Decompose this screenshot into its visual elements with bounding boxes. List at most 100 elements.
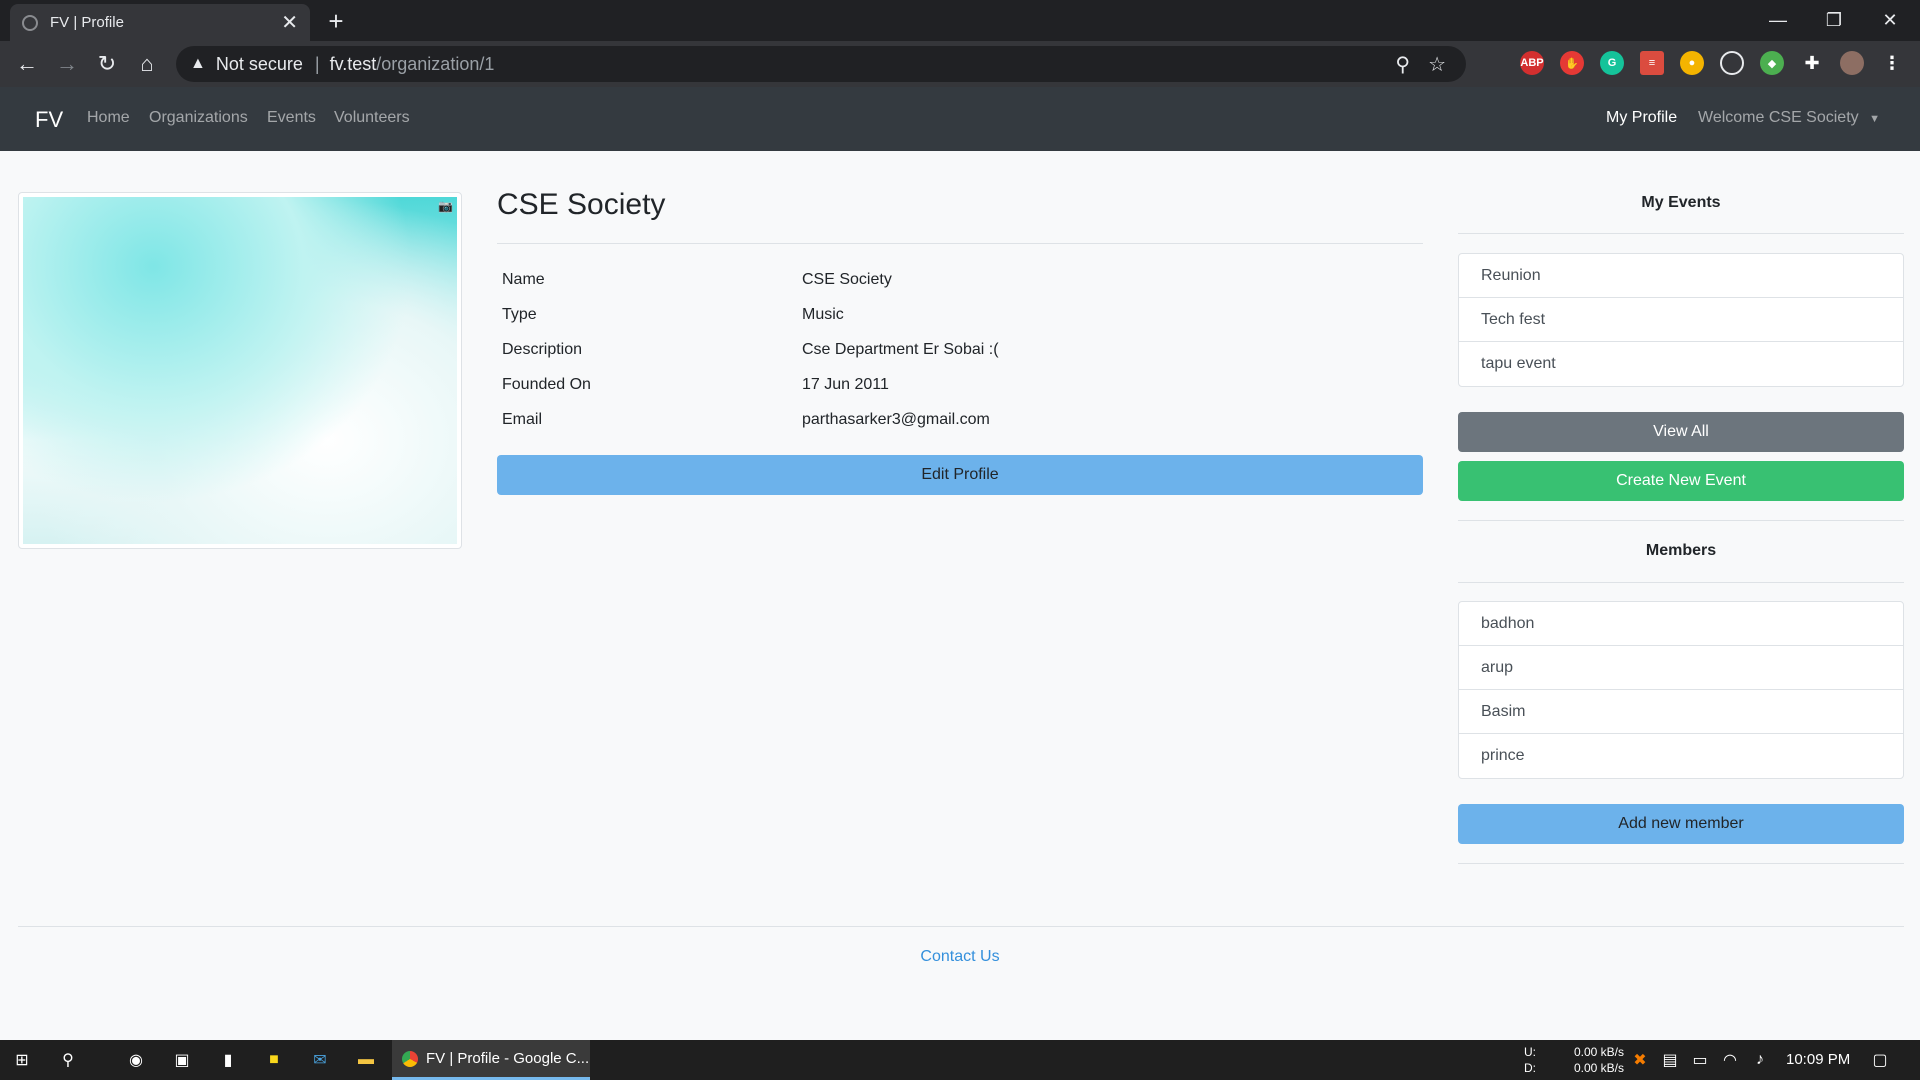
view-all-button[interactable]: View All [1458,412,1904,452]
nav-link-volunteers[interactable]: Volunteers [334,109,410,127]
address-bar[interactable]: ▲ Not secure | fv.test /organization/1 ⚲… [176,46,1466,82]
camera-icon[interactable]: 📷 [438,199,453,213]
field-label-type: Type [502,306,537,323]
idm-extension-icon[interactable]: ● [1680,51,1704,75]
net-labels: U: D: [1524,1044,1536,1076]
field-label-name: Name [502,271,545,288]
file-explorer-icon[interactable]: ▬ [354,1048,378,1072]
events-list: Reunion Tech fest tapu event [1458,253,1904,387]
url-host: fv.test [329,53,377,74]
url-path: /organization/1 [376,53,495,74]
wifi-icon[interactable]: ◠ [1718,1048,1742,1072]
chrome-taskbar-app[interactable]: FV | Profile - Google C... [392,1040,590,1080]
field-label-description: Description [502,341,583,358]
page-title: CSE Society [497,188,666,221]
member-item-arup[interactable]: arup [1459,646,1903,690]
taskbar-app-label: FV | Profile - Google C... [426,1050,590,1067]
tab-close-icon[interactable]: ✕ [281,10,298,35]
caret-down-icon: ▼ [1869,113,1880,125]
xampp-tray-icon[interactable]: ✖ [1628,1048,1652,1072]
download-label: D: [1524,1061,1536,1075]
field-value-name: CSE Society [802,271,892,288]
member-item-basim[interactable]: Basim [1459,690,1903,734]
event-item-tech-fest[interactable]: Tech fest [1459,298,1903,342]
home-icon[interactable]: ⌂ [132,49,162,79]
event-item-tapu-event[interactable]: tapu event [1459,342,1903,386]
member-item-prince[interactable]: prince [1459,734,1903,778]
sticky-notes-icon[interactable]: ■ [262,1048,286,1072]
divider [1458,520,1904,521]
upload-label: U: [1524,1045,1536,1059]
browser-toolbar: ← → ↻ ⌂ ▲ Not secure | fv.test /organiza… [0,41,1920,87]
field-value-founded: 17 Jun 2011 [802,376,889,393]
tab-title: FV | Profile [50,14,124,31]
windows-start-icon[interactable]: ⊞ [10,1048,34,1072]
reload-icon[interactable]: ↻ [92,49,122,79]
add-new-member-button[interactable]: Add new member [1458,804,1904,844]
create-new-event-button[interactable]: Create New Event [1458,461,1904,501]
download-value: 0.00 kB/s [1573,1061,1624,1075]
divider [1458,863,1904,864]
restore-icon[interactable]: ❐ [1806,0,1862,41]
brand-logo[interactable]: FV [35,107,63,133]
member-item-badhon[interactable]: badhon [1459,602,1903,646]
notifications-icon[interactable]: ▢ [1868,1048,1892,1072]
members-list: badhon arup Basim prince [1458,601,1904,779]
not-secure-label: Not secure [215,53,303,74]
back-icon[interactable]: ← [12,49,42,79]
taskbar-app-icon[interactable]: ◉ [124,1048,148,1072]
event-item-reunion[interactable]: Reunion [1459,254,1903,298]
browser-tab[interactable]: FV | Profile ✕ [10,4,310,41]
contact-us-link[interactable]: Contact Us [0,948,1920,966]
field-label-founded: Founded On [502,376,591,393]
nav-link-organizations[interactable]: Organizations [149,109,248,127]
warning-icon: ▲ [190,55,206,72]
upload-value: 0.00 kB/s [1573,1045,1624,1059]
volume-icon[interactable]: ♪ [1748,1048,1772,1072]
divider [1458,233,1904,234]
tab-favicon-icon [22,14,38,31]
field-value-email: parthasarker3@gmail.com [802,411,990,428]
profile-avatar[interactable] [1840,51,1864,75]
nav-link-events[interactable]: Events [267,109,316,127]
profile-image-card: 📷 [18,192,462,549]
forward-icon[interactable]: → [52,49,82,79]
stop-extension-icon[interactable]: ✋ [1560,51,1584,75]
taskbar-app-icon[interactable]: ▮ [216,1048,240,1072]
site-navbar: FV Home Organizations Events Volunteers … [0,87,1920,151]
welcome-dropdown[interactable]: Welcome CSE Society ▼ [1698,109,1880,127]
tray-app-icon[interactable]: ▤ [1658,1048,1682,1072]
profile-image: 📷 [23,197,457,544]
nav-link-my-profile[interactable]: My Profile [1606,109,1677,127]
welcome-label: Welcome CSE Society [1698,109,1859,126]
chrome-menu-icon[interactable]: ⋮ [1880,51,1904,75]
todoist-extension-icon[interactable]: ≡ [1640,51,1664,75]
minimize-icon[interactable]: — [1750,0,1806,41]
nav-link-home[interactable]: Home [87,109,130,127]
shield-extension-icon[interactable] [1720,51,1744,75]
divider [1458,582,1904,583]
field-value-type: Music [802,306,844,323]
my-events-title: My Events [1641,194,1721,211]
colorful-extension-icon[interactable]: ◆ [1760,51,1784,75]
adblock-extension-icon[interactable]: ABP [1520,51,1544,75]
tab-strip: FV | Profile ✕ + — ❐ ✕ [0,0,1920,41]
close-window-icon[interactable]: ✕ [1862,0,1918,41]
chrome-icon [402,1050,418,1067]
zoom-icon[interactable]: ⚲ [1395,52,1410,77]
taskbar-clock[interactable]: 10:09 PM [1786,1051,1850,1068]
taskbar-app-icon[interactable]: ▣ [170,1048,194,1072]
extensions-puzzle-icon[interactable]: ✚ [1800,51,1824,75]
edit-profile-button[interactable]: Edit Profile [497,455,1423,495]
net-values: 0.00 kB/s 0.00 kB/s [1572,1044,1624,1076]
field-value-description: Cse Department Er Sobai :( [802,341,999,358]
taskbar: ⊞ ⚲ ◉ ▣ ▮ ■ ✉ ▬ FV | Profile - Google C.… [0,1040,1920,1080]
search-icon[interactable]: ⚲ [56,1048,80,1072]
bookmark-star-icon[interactable]: ☆ [1428,52,1446,77]
address-separator: | [314,53,320,74]
grammarly-extension-icon[interactable]: G [1600,51,1624,75]
footer-divider [18,926,1904,927]
battery-icon[interactable]: ▭ [1688,1048,1712,1072]
mail-icon[interactable]: ✉ [308,1048,332,1072]
new-tab-button[interactable]: + [322,8,350,36]
